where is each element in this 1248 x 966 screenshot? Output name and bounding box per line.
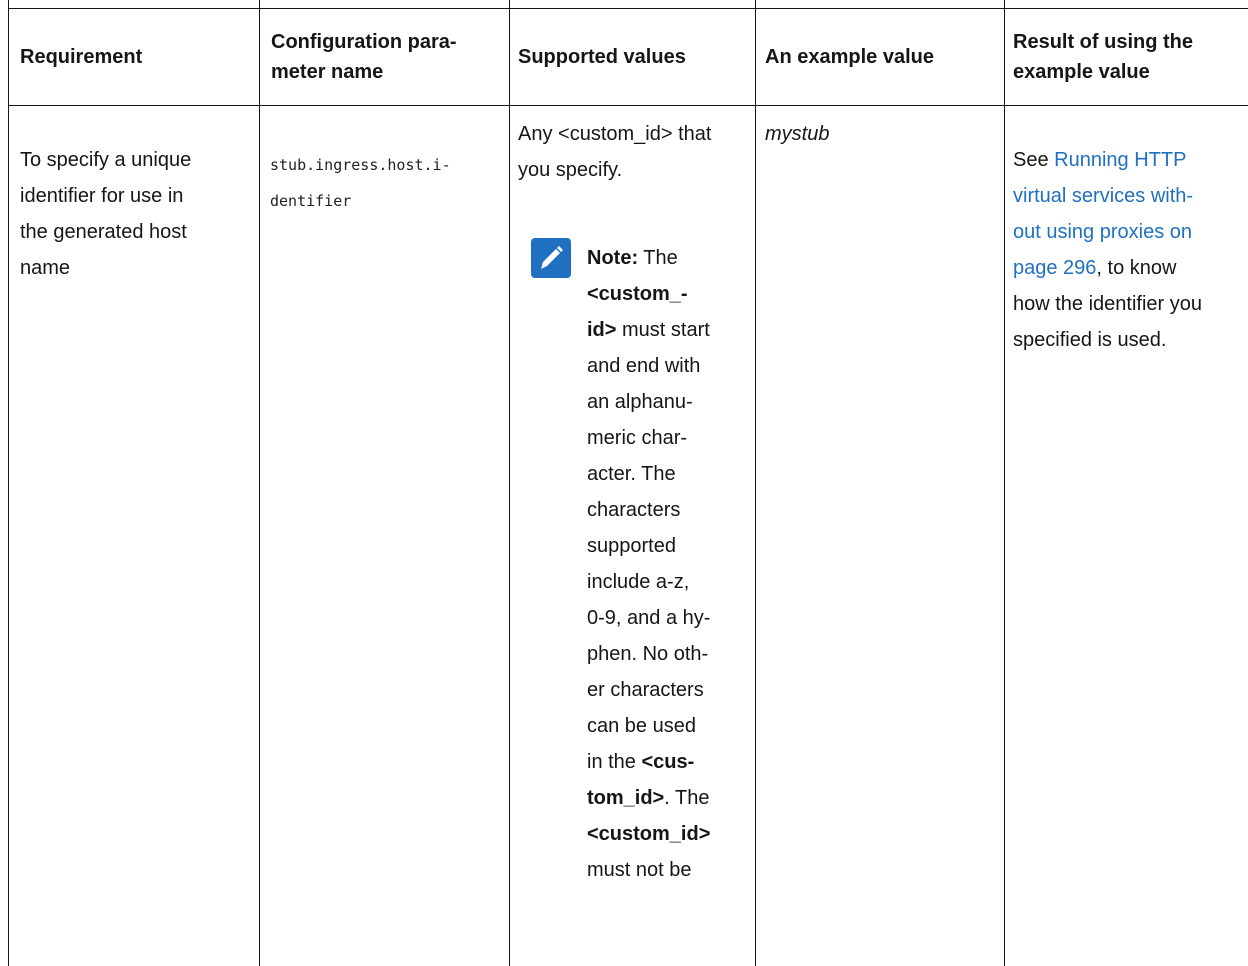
running-http-link[interactable]: page 296 [1013,257,1096,279]
running-http-link[interactable]: out using proxies on [1013,221,1192,243]
table-border-top [8,8,1248,9]
note-line: characters [587,492,747,528]
note-line: in the <cus- [587,744,747,780]
running-http-link[interactable]: virtual services with- [1013,185,1193,207]
cell-parameter-name: stub.ingress.host.i- dentifier [270,156,451,210]
note-run: Note: [587,247,639,269]
note-line: supported [587,528,747,564]
note-run: include a-z, [587,571,690,593]
note-run: 0-9, and a hy- [587,607,711,629]
header-example-value: An example value [765,46,934,68]
note-run: and end with [587,355,701,377]
note-run: in the [587,751,642,773]
note-line: Note: The [587,240,747,276]
note-run: must not be [587,859,692,881]
note-line: id> must start [587,312,747,348]
note-line: must not be [587,852,747,888]
note-line: meric char- [587,420,747,456]
note-run: must start [616,319,710,341]
note-line: and end with [587,348,747,384]
note-run: id> [587,319,617,341]
note-body: Note: The <custom_- id> must start and end … [587,240,747,888]
note-line: include a-z, [587,564,747,600]
note-run: <custom_id> [587,823,711,845]
note-line: can be used [587,708,747,744]
note-run: <custom_- [587,283,688,305]
header-requirement: Requirement [20,46,143,68]
note-line: <custom_id> [587,816,747,852]
column-divider [1004,0,1005,966]
note-run: tom_id> [587,787,665,809]
pencil-icon [531,238,571,278]
header-divider [8,105,1248,106]
note-line: 0-9, and a hy- [587,600,747,636]
note-run: can be used [587,715,696,737]
column-divider [509,0,510,966]
note-line: tom_id>. The [587,780,747,816]
table-border-left [8,0,9,966]
cell-result: See Running HTTP virtual services with- … [1013,149,1203,351]
header-result: Result of using the example value [1013,31,1193,83]
note-run: acter. The [587,463,676,485]
note-run: The [638,247,678,269]
note-run: meric char- [587,427,688,449]
note-run: supported [587,535,676,557]
cell-supported-values: Any <custom_id> that you specify. [518,123,712,181]
note-line: an alphanu- [587,384,747,420]
note-run: characters [587,499,681,521]
running-http-link[interactable]: Running HTTP [1054,149,1186,171]
cell-example-value: mystub [765,123,830,145]
note-line: acter. The [587,456,747,492]
note-run: . The [664,787,710,809]
note-line: <custom_- [587,276,747,312]
note-line: phen. No oth- [587,636,747,672]
note-run: phen. No oth- [587,643,709,665]
note-run: er characters [587,679,704,701]
header-config-param: Configuration para- meter name [271,31,457,83]
cell-requirement: To specify a unique identifier for use i… [20,149,192,279]
note-run: <cus- [641,751,695,773]
note-line: er characters [587,672,747,708]
column-divider [259,0,260,966]
column-divider [755,0,756,966]
note-run: an alphanu- [587,391,693,413]
header-supported-values: Supported values [518,46,686,68]
